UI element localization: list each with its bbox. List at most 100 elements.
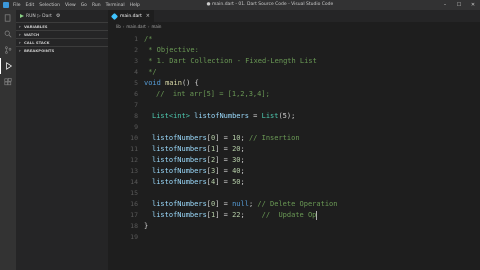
menu-edit[interactable]: Edit [26, 3, 35, 8]
extensions-icon[interactable] [0, 74, 16, 90]
gear-icon[interactable]: ⚙ [56, 13, 60, 19]
code-line: 15 [108, 188, 480, 199]
value: 10 [232, 134, 241, 142]
code-text: * Objective: [144, 46, 199, 54]
code-line: 6 // int arr[5] = [1,2,3,4]; [108, 89, 480, 100]
section-label: BREAKPOINTS [24, 48, 55, 53]
menu-file[interactable]: File [13, 3, 21, 8]
code-line: 19 [108, 232, 480, 243]
breadcrumb: lib › main.dart › main [108, 22, 480, 30]
menu-help[interactable]: Help [130, 3, 140, 8]
line-number: 10 [130, 134, 138, 142]
close-icon[interactable]: × [146, 13, 150, 19]
code-line: 3 * 1. Dart Collection - Fixed-Length Li… [108, 56, 480, 67]
line-number: 11 [130, 145, 138, 153]
menu-view[interactable]: View [65, 3, 76, 8]
line-number: 12 [130, 156, 138, 164]
menu-selection[interactable]: Selection [39, 3, 60, 8]
menu-run[interactable]: Run [92, 3, 101, 8]
breadcrumb-item[interactable]: main [151, 24, 161, 29]
line-number: 4 [134, 68, 138, 76]
code-line: 13 listofNumbers[3] = 40; [108, 166, 480, 177]
section-variables[interactable]: › VARIABLES [16, 22, 108, 30]
editor-tab-bar: main.dart × [108, 10, 480, 22]
debug-sidebar: RUN ▷ Dart ⚙ › VARIABLES › WATCH › CALL … [16, 10, 108, 270]
source-control-icon[interactable] [0, 42, 16, 58]
close-window-icon[interactable]: ✕ [466, 0, 480, 10]
debug-toolbar: RUN ▷ Dart ⚙ [16, 10, 108, 22]
menu-terminal[interactable]: Terminal [106, 3, 125, 8]
code-line: 12 listofNumbers[2] = 30; [108, 155, 480, 166]
line-number: 6 [134, 90, 138, 98]
explorer-icon[interactable] [0, 10, 16, 26]
comment: // Update Op [261, 211, 317, 219]
code-line: 18} [108, 221, 480, 232]
tab-label: main.dart [120, 13, 142, 19]
comment: // Delete Operation [257, 200, 338, 208]
menu-go[interactable]: Go [81, 3, 87, 8]
vscode-logo-icon [3, 2, 9, 8]
line-number: 3 [134, 57, 138, 65]
code-line: 1 /* [108, 34, 480, 45]
section-breakpoints[interactable]: › BREAKPOINTS [16, 46, 108, 54]
text-cursor [316, 210, 318, 220]
value: 30 [232, 156, 241, 164]
maximize-icon[interactable]: ☐ [452, 0, 466, 10]
line-number: 16 [130, 200, 138, 208]
variable-name: listofNumbers [152, 134, 207, 142]
code-text: () { [181, 79, 199, 87]
code-line: 11 listofNumbers[1] = 20; [108, 144, 480, 155]
variable-name: listofNumbers [152, 200, 207, 208]
breadcrumb-item[interactable]: main.dart [126, 24, 145, 29]
code-text: = [248, 112, 262, 120]
code-text: // int arr[5] = [1,2,3,4]; [156, 90, 270, 98]
type-name: List<int> [152, 112, 190, 120]
variable-name: listofNumbers [194, 112, 249, 120]
line-number: 2 [134, 46, 138, 54]
value: 40 [232, 167, 241, 175]
debug-config-select[interactable]: RUN ▷ Dart [26, 14, 52, 19]
section-watch[interactable]: › WATCH [16, 30, 108, 38]
code-line: 16 listofNumbers[0] = null; // Delete Ope… [108, 199, 480, 210]
dart-icon [110, 12, 119, 20]
code-line: 5 void main() { [108, 78, 480, 89]
search-icon[interactable] [0, 26, 16, 42]
line-number: 14 [130, 178, 138, 186]
breadcrumb-item[interactable]: lib [116, 24, 121, 29]
line-number: 5 [134, 79, 138, 87]
tab-main-dart[interactable]: main.dart × [108, 10, 154, 22]
variable-name: listofNumbers [152, 156, 207, 164]
activity-bar [0, 10, 16, 270]
minimize-icon[interactable]: – [438, 0, 452, 10]
variable-name: listofNumbers [152, 145, 207, 153]
code-editor[interactable]: 1 /* 2 * Objective: 3 * 1. Dart Collectio… [108, 30, 480, 270]
start-debugging-icon[interactable] [20, 14, 24, 18]
value: 50 [232, 178, 241, 186]
chevron-right-icon: › [147, 23, 150, 29]
value: 22 [232, 211, 241, 219]
code-line: 4 */ [108, 67, 480, 78]
code-line: 14 listofNumbers[4] = 50; [108, 177, 480, 188]
section-label: CALL STACK [24, 40, 50, 45]
line-number: 1 [134, 35, 138, 43]
section-call-stack[interactable]: › CALL STACK [16, 38, 108, 46]
code-line: 2 * Objective: [108, 45, 480, 56]
code-text: * 1. Dart Collection - Fixed-Length List [144, 57, 317, 65]
code-line: 9 [108, 122, 480, 133]
code-text: /* [144, 35, 153, 43]
keyword: null [232, 200, 249, 208]
code-text: (5); [278, 112, 296, 120]
line-number: 15 [130, 189, 138, 197]
comment: // Insertion [248, 134, 300, 142]
code-line: 10 listofNumbers[0] = 10; // Insertion [108, 133, 480, 144]
code-line: 17 listofNumbers[1] = 22; // Update Op [108, 210, 480, 221]
line-number: 9 [134, 123, 138, 131]
run-debug-icon[interactable] [0, 58, 16, 74]
code-text: } [144, 222, 149, 230]
window-controls: – ☐ ✕ [438, 0, 480, 10]
code-line: 8 List<int> listofNumbers = List(5); [108, 111, 480, 122]
line-number: 7 [134, 101, 138, 109]
line-number: 18 [130, 222, 138, 230]
variable-name: listofNumbers [152, 167, 207, 175]
variable-name: listofNumbers [152, 178, 207, 186]
